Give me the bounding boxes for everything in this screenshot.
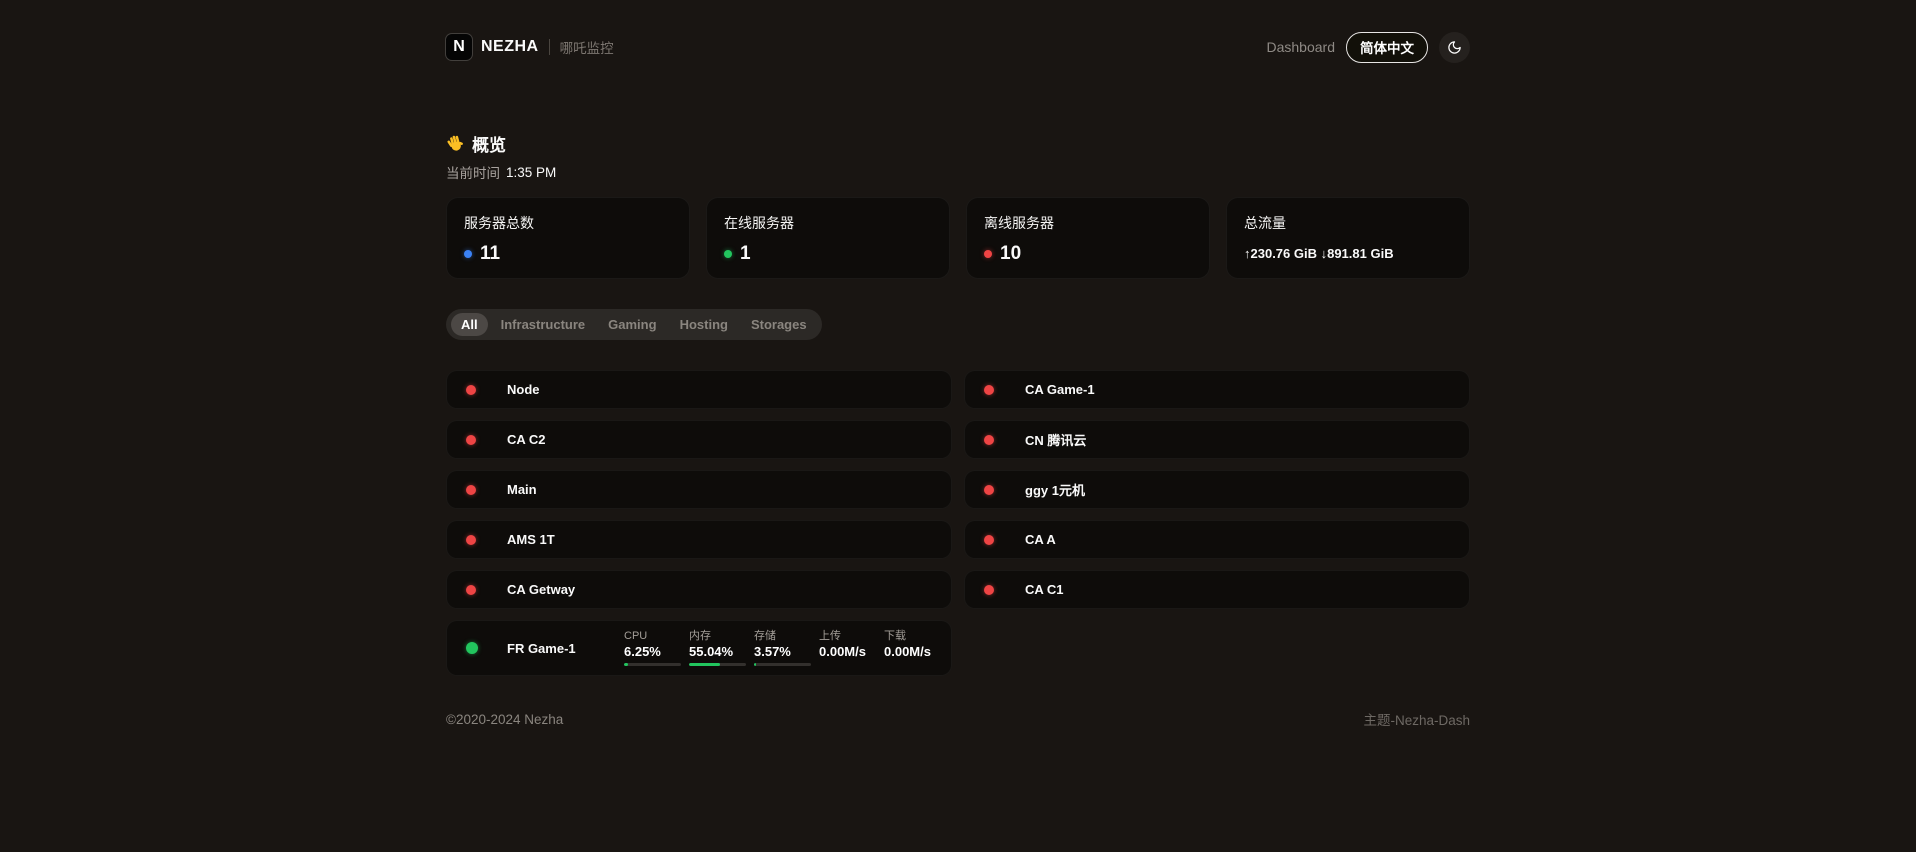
storage-progress-bar (754, 663, 811, 666)
status-dot-icon (466, 485, 476, 495)
offline-servers-dot-icon (984, 250, 992, 258)
stats-grid: 服务器总数 11 在线服务器 1 离线服务器 10 总流量 ↑230.76 Gi… (446, 197, 1470, 279)
header: N NEZHA 哪吒监控 Dashboard 简体中文 (446, 0, 1470, 65)
server-row-ca-game-1[interactable]: CA Game-1 (964, 370, 1470, 409)
cpu-progress-bar (624, 663, 681, 666)
stat-card-online-servers[interactable]: 在线服务器 1 (706, 197, 950, 279)
status-dot-icon (466, 385, 476, 395)
server-name: CN 腾讯云 (1025, 430, 1086, 449)
server-list: Node CA C2 Main AMS 1T CA Getway FR Game… (446, 370, 1470, 676)
server-name: Main (507, 482, 537, 497)
status-dot-icon (466, 435, 476, 445)
cpu-stat: CPU 6.25% (624, 630, 681, 667)
overview-section: 概览 当前时间 1:35 PM (446, 131, 1470, 182)
brand-logo[interactable]: N NEZHA 哪吒监控 (446, 34, 614, 60)
upload-stat: 上传 0.00M/s (819, 630, 876, 667)
status-dot-icon (466, 585, 476, 595)
status-dot-icon (466, 535, 476, 545)
stat-card-title: 离线服务器 (984, 213, 1192, 233)
status-dot-icon (984, 435, 994, 445)
stat-card-title: 总流量 (1244, 213, 1452, 233)
download-stat: 下载 0.00M/s (884, 630, 941, 667)
theme-credit-link[interactable]: 主题-Nezha-Dash (1363, 709, 1470, 729)
server-row-ca-c1[interactable]: CA C1 (964, 570, 1470, 609)
language-button[interactable]: 简体中文 (1346, 32, 1428, 63)
page-title: 概览 (472, 131, 506, 156)
stat-value: 55.04% (689, 644, 746, 660)
server-name: ggy 1元机 (1025, 480, 1085, 499)
stat-label: 存储 (754, 630, 811, 643)
stat-card-total-traffic: 总流量 ↑230.76 GiB ↓891.81 GiB (1226, 197, 1470, 279)
nezha-logo-icon: N (446, 34, 472, 60)
moon-icon (1447, 40, 1462, 55)
server-live-stats: CPU 6.25% 内存 55.04% 存储 3.57% (624, 630, 941, 667)
stat-card-value: 11 (480, 243, 500, 265)
server-row-node[interactable]: Node (446, 370, 952, 409)
stat-card-title: 服务器总数 (464, 213, 672, 233)
stat-value: 6.25% (624, 644, 681, 660)
server-row-fr-game-1[interactable]: FR Game-1 CPU 6.25% 内存 55.04% 存储 3.57% (446, 620, 952, 676)
traffic-value: ↑230.76 GiB ↓891.81 GiB (1244, 246, 1394, 261)
online-servers-dot-icon (724, 250, 732, 258)
stat-label: CPU (624, 630, 681, 643)
server-group-tabs: All Infrastructure Gaming Hosting Storag… (446, 309, 822, 340)
page-container: N NEZHA 哪吒监控 Dashboard 简体中文 (446, 0, 1470, 729)
status-dot-icon (984, 385, 994, 395)
server-list-right-column: CA Game-1 CN 腾讯云 ggy 1元机 CA A CA C1 (964, 370, 1470, 609)
current-time: 当前时间 1:35 PM (446, 162, 1470, 182)
server-name: AMS 1T (507, 532, 555, 547)
copyright: ©2020-2024 Nezha (446, 712, 563, 727)
tab-storages[interactable]: Storages (741, 313, 817, 336)
memory-stat: 内存 55.04% (689, 630, 746, 667)
tab-hosting[interactable]: Hosting (670, 313, 738, 336)
tab-infrastructure[interactable]: Infrastructure (491, 313, 596, 336)
server-name: CA Game-1 (1025, 382, 1095, 397)
dashboard-link[interactable]: Dashboard (1267, 39, 1336, 55)
stat-card-value: 1 (740, 243, 751, 265)
current-time-label: 当前时间 (446, 162, 500, 182)
stat-card-value: 10 (1000, 243, 1021, 265)
stat-label: 下载 (884, 630, 941, 643)
brand-subtitle: 哪吒监控 (560, 37, 614, 57)
server-row-ca-c2[interactable]: CA C2 (446, 420, 952, 459)
stat-card-total-servers[interactable]: 服务器总数 11 (446, 197, 690, 279)
header-actions: Dashboard 简体中文 (1267, 32, 1471, 63)
server-name: CA C2 (507, 432, 546, 447)
footer: ©2020-2024 Nezha 主题-Nezha-Dash (446, 709, 1470, 729)
server-list-left-column: Node CA C2 Main AMS 1T CA Getway FR Game… (446, 370, 952, 676)
tab-gaming[interactable]: Gaming (598, 313, 666, 336)
brand-divider (549, 39, 550, 55)
total-servers-dot-icon (464, 250, 472, 258)
stat-value: 0.00M/s (884, 644, 941, 660)
server-name: FR Game-1 (507, 641, 576, 656)
theme-toggle-button[interactable] (1439, 32, 1470, 63)
server-row-ca-getway[interactable]: CA Getway (446, 570, 952, 609)
server-name: Node (507, 382, 540, 397)
stat-label: 上传 (819, 630, 876, 643)
stat-card-offline-servers[interactable]: 离线服务器 10 (966, 197, 1210, 279)
server-row-ca-a[interactable]: CA A (964, 520, 1470, 559)
storage-stat: 存储 3.57% (754, 630, 811, 667)
server-name: CA A (1025, 532, 1056, 547)
waving-hand-icon (446, 134, 465, 153)
stat-value: 0.00M/s (819, 644, 876, 660)
server-name: CA C1 (1025, 582, 1064, 597)
server-row-cn-tencent[interactable]: CN 腾讯云 (964, 420, 1470, 459)
status-dot-icon (984, 585, 994, 595)
memory-progress-bar (689, 663, 746, 666)
stat-value: 3.57% (754, 644, 811, 660)
server-name: CA Getway (507, 582, 575, 597)
stat-card-title: 在线服务器 (724, 213, 932, 233)
status-dot-icon (984, 485, 994, 495)
status-dot-icon (984, 535, 994, 545)
server-row-ams-1t[interactable]: AMS 1T (446, 520, 952, 559)
stat-label: 内存 (689, 630, 746, 643)
server-row-ggy-1yuan[interactable]: ggy 1元机 (964, 470, 1470, 509)
server-row-main[interactable]: Main (446, 470, 952, 509)
tab-all[interactable]: All (451, 313, 488, 336)
brand-name: NEZHA (481, 38, 539, 56)
current-time-value: 1:35 PM (506, 165, 556, 180)
status-dot-icon (466, 642, 478, 654)
